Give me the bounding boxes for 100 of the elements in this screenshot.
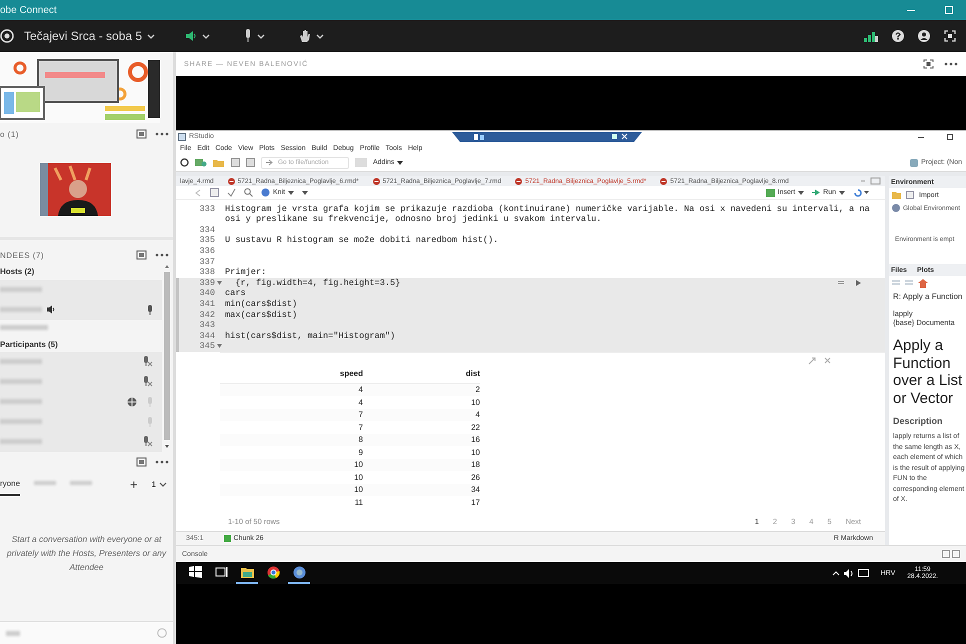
table-cell-text: 9 xyxy=(358,446,363,459)
table-cell-text: 11 xyxy=(354,496,363,509)
caret-icon xyxy=(147,32,156,40)
signal-icon xyxy=(864,30,878,42)
line-number: 339 xyxy=(198,278,215,288)
fold-icon[interactable] xyxy=(217,280,222,285)
tray-caret-icon[interactable] xyxy=(832,570,840,576)
open-icon[interactable] xyxy=(195,158,207,167)
help-heading: Apply a Function over a List or Vector xyxy=(893,337,964,407)
caret-icon xyxy=(397,160,404,165)
folder-icon xyxy=(240,566,254,578)
line-number: 342 xyxy=(198,310,215,320)
table-cell-text: 4 xyxy=(358,396,363,409)
code-line: cars xyxy=(225,288,246,298)
rerun-icon[interactable] xyxy=(853,188,869,198)
maximize-icon[interactable] xyxy=(136,250,147,260)
line-number: 336 xyxy=(198,246,215,256)
app-icon xyxy=(178,132,186,140)
table-cell-text: 17 xyxy=(470,496,480,509)
fit-icon[interactable] xyxy=(923,59,934,69)
muted-microphone-icon xyxy=(143,356,153,368)
redacted-name xyxy=(0,399,42,404)
redacted-name xyxy=(0,419,42,424)
microphone-button[interactable] xyxy=(244,29,266,43)
redacted-name xyxy=(0,307,42,312)
app-icon xyxy=(292,566,306,578)
maximize-icon[interactable] xyxy=(946,132,954,140)
add-button[interactable]: + xyxy=(130,476,138,492)
speaker-icon xyxy=(185,31,198,41)
table-cell: 34 xyxy=(363,484,480,496)
window-title: obe Connect xyxy=(0,4,57,16)
more-icon[interactable] xyxy=(155,460,169,464)
search-icon[interactable] xyxy=(244,188,253,198)
maximize-icon[interactable] xyxy=(136,457,147,467)
table-cell-text: 10 xyxy=(470,446,480,459)
spellcheck-icon[interactable] xyxy=(227,188,236,198)
room-menu[interactable]: Tečajevi Srca - soba 5 xyxy=(24,29,156,43)
muted-microphone-icon xyxy=(143,376,153,388)
caret-icon xyxy=(839,190,845,196)
fold-icon[interactable] xyxy=(217,344,222,348)
table-cell: 16 xyxy=(363,434,480,446)
hand-icon xyxy=(299,29,312,43)
count-dropdown[interactable]: 1 xyxy=(152,480,167,488)
table-cell: 8 xyxy=(220,434,363,446)
pod-title: o (1) xyxy=(0,130,19,138)
redacted-name xyxy=(0,325,48,330)
group-heading[interactable]: Participants (5) xyxy=(0,336,162,352)
code-line: osi y preslikane su frekvencije, odnosno broj jedinki u svakom intervalu. xyxy=(225,214,602,224)
network-icon[interactable] xyxy=(858,568,869,578)
microphone-icon xyxy=(147,304,153,315)
group-heading[interactable]: Hosts (2) xyxy=(0,264,162,280)
redacted-name xyxy=(0,287,42,292)
globe-icon xyxy=(127,396,137,407)
line-number: 345 xyxy=(198,341,215,352)
code-line: Primjer: xyxy=(225,267,266,278)
more-icon[interactable] xyxy=(944,62,958,66)
windows-icon xyxy=(188,566,202,578)
table-cell: 4 xyxy=(220,384,363,396)
table-cell: 10 xyxy=(220,484,363,496)
caret-icon xyxy=(159,480,167,488)
volume-icon[interactable] xyxy=(844,568,854,578)
browser-icon xyxy=(266,566,280,578)
restore-icon[interactable] xyxy=(942,550,960,558)
message-field[interactable] xyxy=(0,621,173,644)
maximize-icon[interactable] xyxy=(136,129,147,139)
microphone-icon xyxy=(147,416,153,427)
code-line: max(cars$dist) xyxy=(225,310,298,320)
logo-icon xyxy=(0,29,14,43)
table-cell: 4 xyxy=(363,408,480,422)
table-cell: 10 xyxy=(220,458,363,472)
chunk-icon xyxy=(224,534,231,542)
insert-icon xyxy=(766,188,775,197)
line-number: 333 xyxy=(198,204,215,214)
fullscreen-icon[interactable] xyxy=(944,30,956,42)
redacted-name xyxy=(0,359,42,364)
save-icon[interactable] xyxy=(906,191,914,199)
table-cell-text: 10 xyxy=(470,396,480,409)
more-icon[interactable] xyxy=(155,132,169,136)
knit-icon xyxy=(261,188,270,198)
section-heading: Description xyxy=(893,416,944,426)
table-cell: 7 xyxy=(220,408,363,422)
line-number: 335 xyxy=(198,235,215,246)
caret-icon xyxy=(202,32,210,40)
raise-hand-button[interactable] xyxy=(299,29,324,43)
save-icon[interactable] xyxy=(210,188,219,198)
code-line: min(cars$dist) xyxy=(225,298,298,309)
scrollbar-icon[interactable] xyxy=(163,264,171,450)
run-chunk-icon[interactable] xyxy=(856,280,861,286)
line-number: 337 xyxy=(198,256,215,267)
user-icon[interactable] xyxy=(918,30,930,42)
table-cell: 18 xyxy=(363,458,480,472)
chat-tab[interactable]: ryone xyxy=(0,472,20,496)
speaker-button[interactable] xyxy=(185,31,210,41)
caret-icon xyxy=(316,32,324,40)
microphone-icon xyxy=(147,396,153,407)
more-icon[interactable] xyxy=(155,253,169,257)
help-icon[interactable] xyxy=(892,30,904,42)
home-icon[interactable] xyxy=(918,278,928,288)
code-line: Histogram je vrsta grafa kojim se prikazuje razdioba (kontinuirane) numeričke varijable. Na osi x navedeni su intervali, a na xyxy=(225,204,870,214)
project-icon xyxy=(910,158,918,166)
